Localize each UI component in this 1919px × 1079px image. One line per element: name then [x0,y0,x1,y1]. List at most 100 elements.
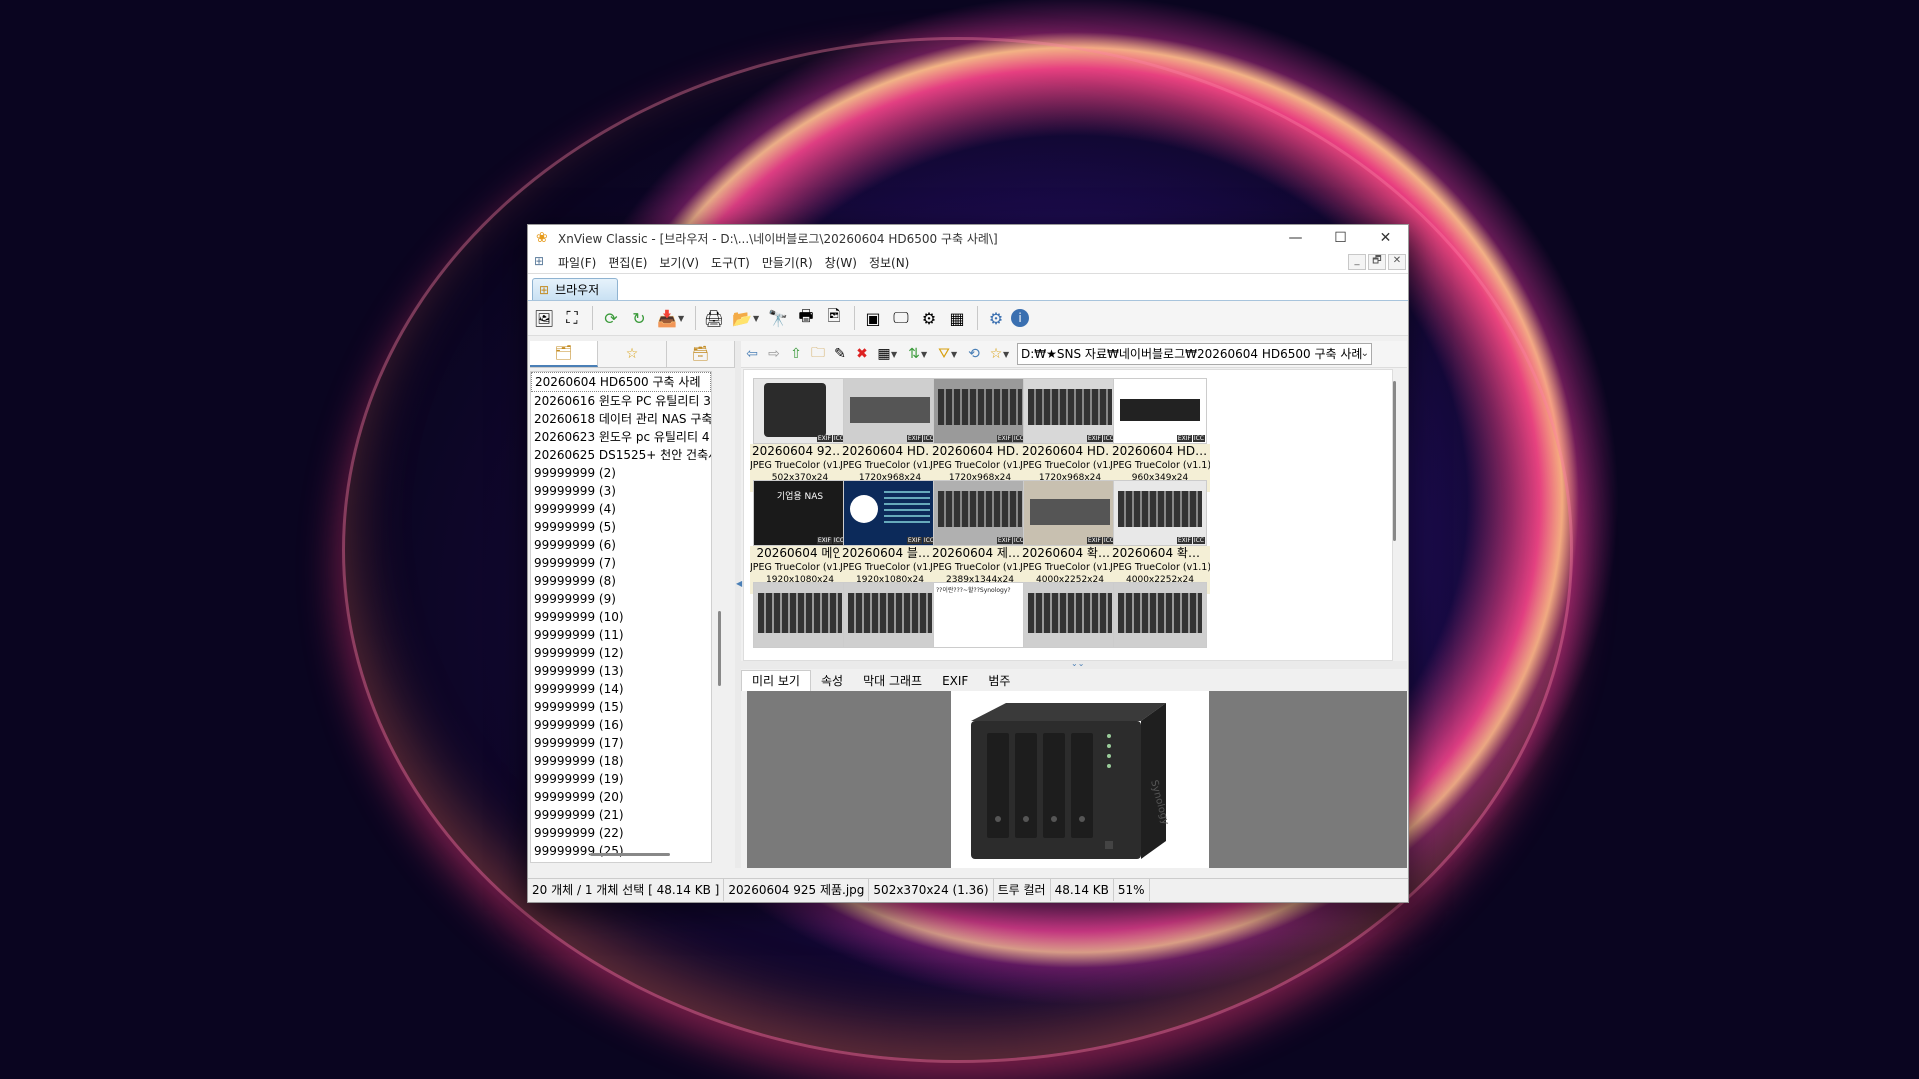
slideshow-icon[interactable]: 🖵 [888,305,914,331]
parent-folder-icon[interactable]: ⇧ [785,343,807,365]
thumbnail-item-partial[interactable] [1110,578,1210,660]
tab-properties[interactable]: 속성 [811,671,853,691]
mdi-restore-button[interactable]: 🗗 [1368,254,1386,270]
folder-item[interactable]: 99999999 (17) [531,734,711,752]
reload-icon[interactable]: ↻ [626,305,652,331]
binoculars-search-icon[interactable]: 🔭 [765,305,791,331]
folder-item[interactable]: 20260616 윈도우 PC 유틸리티 3 [531,392,711,410]
folder-item[interactable]: 99999999 (11) [531,626,711,644]
view-mode-dropdown-icon[interactable]: ▼ [891,350,899,359]
folder-item[interactable]: 99999999 (3) [531,482,711,500]
sort-dropdown-icon[interactable]: ▼ [921,350,929,359]
thumbnail-item[interactable]: EXIF ICC 20260604 제목... JPEG TrueColor (v1.… [930,476,1030,594]
thumbnail-item-partial[interactable] [1020,578,1120,660]
back-arrow-icon[interactable]: ⇦ [741,343,763,365]
folder-item[interactable]: 99999999 (22) [531,824,711,842]
refresh-icon[interactable]: ⟳ [598,305,624,331]
thumbnail-item-partial[interactable]: ??이란???~할??Synology? [930,578,1030,660]
thumbnail-item[interactable]: EXIF ICC 20260604 HD6... JPEG TrueColor (v1… [1020,374,1120,492]
export-image-icon[interactable]: 🖻 [821,305,847,331]
thumbnail-item[interactable]: EXIF ICC 20260604 확장... JPEG TrueColor (v1.… [1110,476,1210,594]
folder-open-icon[interactable]: 📂 [729,305,755,331]
folder-tree[interactable]: 20260604 HD6500 구축 사례 20260616 윈도우 PC 유틸리… [530,371,712,863]
thumbnail-item[interactable]: EXIF ICC 20260604 HD6... JPEG TrueColor (v1… [840,374,940,492]
thumbnail-scrollbar[interactable] [1393,381,1396,541]
tab-categories[interactable]: 범주 [978,671,1020,691]
acquire-icon[interactable]: 📥 [654,305,680,331]
address-bar[interactable]: D:₩★SNS 자료₩네이버블로그₩20260604 HD6500 구축 사례 … [1017,343,1372,365]
address-dropdown-icon[interactable]: ⌄ [1361,344,1369,364]
open-image-icon[interactable]: 🖼 [531,305,557,331]
mdi-close-button[interactable]: ✕ [1388,254,1406,270]
folder-item[interactable]: 99999999 (25) [531,842,711,860]
thumbnail-grid[interactable]: EXIF ICC 20260604 925 ... JPEG TrueColor (v… [743,369,1393,661]
folder-item[interactable]: 99999999 (2) [531,464,711,482]
folder-item[interactable]: 99999999 (15) [531,698,711,716]
tab-exif[interactable]: EXIF [932,671,978,691]
mdi-minimize-button[interactable]: _ [1348,254,1366,270]
menu-window[interactable]: 창(W) [819,254,863,271]
rename-icon[interactable]: ✎ [829,343,851,365]
menu-create[interactable]: 만들기(R) [756,254,819,271]
info-icon[interactable]: i [1011,309,1029,327]
horizontal-splitter[interactable]: ⌄⌄ [741,659,1407,669]
scrollbar-thumb[interactable] [718,611,721,686]
settings-gear-icon[interactable]: ⚙ [983,305,1009,331]
print-icon[interactable]: 🖶 [793,305,819,331]
capture-icon[interactable]: ▣ [860,305,886,331]
tab-categories[interactable]: 🗃 [666,341,735,367]
folder-item[interactable]: 99999999 (14) [531,680,711,698]
folder-dropdown-icon[interactable]: ▼ [753,314,761,323]
folder-item[interactable]: 20260618 데이터 관리 NAS 구축 [531,410,711,428]
menu-view[interactable]: 보기(V) [653,254,705,271]
folder-item[interactable]: 99999999 (18) [531,752,711,770]
tab-preview[interactable]: 미리 보기 [741,670,811,691]
folder-item[interactable]: 20260623 윈도우 pc 유틸리티 4 [531,428,711,446]
folder-item[interactable]: 99999999 (5) [531,518,711,536]
forward-arrow-icon[interactable]: ⇨ [763,343,785,365]
fullscreen-icon[interactable]: ⛶ [559,305,585,331]
menu-edit[interactable]: 편집(E) [602,254,653,271]
sync-icon[interactable]: ⟲ [963,343,985,365]
folder-item[interactable]: 99999999 (26) [531,860,711,862]
folder-item[interactable]: 99999999 (10) [531,608,711,626]
maximize-button[interactable]: ☐ [1318,225,1363,251]
delete-icon[interactable]: ✖ [851,343,873,365]
thumbnail-item[interactable]: EXIF ICC 20260604 HD6... JPEG TrueColor (v1… [930,374,1030,492]
filter-dropdown-icon[interactable]: ▼ [951,350,959,359]
folder-item[interactable]: 99999999 (19) [531,770,711,788]
thumbnail-item[interactable]: EXIF ICC 20260604 925 ... JPEG TrueColor (v… [750,374,850,492]
new-folder-icon[interactable]: 🗀 [807,343,829,365]
splitter-grip-icon[interactable]: ⌄⌄ [1071,659,1084,668]
menu-info[interactable]: 정보(N) [863,254,915,271]
folder-item[interactable]: 99999999 (4) [531,500,711,518]
tab-folders[interactable]: 🗂 [530,341,599,367]
menu-file[interactable]: 파일(F) [552,254,602,271]
folder-item[interactable]: 20260625 DS1525+ 천안 건축사 [531,446,711,464]
folder-item[interactable]: 99999999 (21) [531,806,711,824]
scan-icon[interactable]: 🖨 [701,305,727,331]
thumbnail-item[interactable]: 기업용 NAS EXIF ICC 20260604 메인 JPEG TrueColor … [750,476,850,594]
favorite-dropdown-icon[interactable]: ▼ [1003,350,1011,359]
thumbnail-item-partial[interactable] [840,578,940,660]
convert-icon[interactable]: ⚙ [916,305,942,331]
folder-item[interactable]: 99999999 (13) [531,662,711,680]
folder-item[interactable]: 99999999 (9) [531,590,711,608]
folder-item[interactable]: 99999999 (8) [531,572,711,590]
thumbnail-item-partial[interactable] [750,578,850,660]
folder-tree-hscrollbar[interactable] [590,853,670,856]
tab-browser[interactable]: ⊞ 브라우저 [532,278,618,300]
folder-item[interactable]: 99999999 (16) [531,716,711,734]
folder-item[interactable]: 99999999 (12) [531,644,711,662]
folder-item[interactable]: 99999999 (7) [531,554,711,572]
menu-tools[interactable]: 도구(T) [705,254,756,271]
thumbnail-item[interactable]: EXIF ICC 20260604 확장... JPEG TrueColor (v1.… [1020,476,1120,594]
folder-item[interactable]: 99999999 (6) [531,536,711,554]
contact-sheet-icon[interactable]: ▦ [944,305,970,331]
acquire-dropdown-icon[interactable]: ▼ [678,314,686,323]
tab-favorites[interactable]: ☆ [598,341,667,367]
close-button[interactable]: ✕ [1363,225,1408,251]
folder-tree-scrollbar[interactable] [714,371,726,861]
minimize-button[interactable]: — [1273,225,1318,251]
thumbnail-item[interactable]: EXIF ICC 20260604 HD6... JPEG TrueColor (v1… [1110,374,1210,492]
